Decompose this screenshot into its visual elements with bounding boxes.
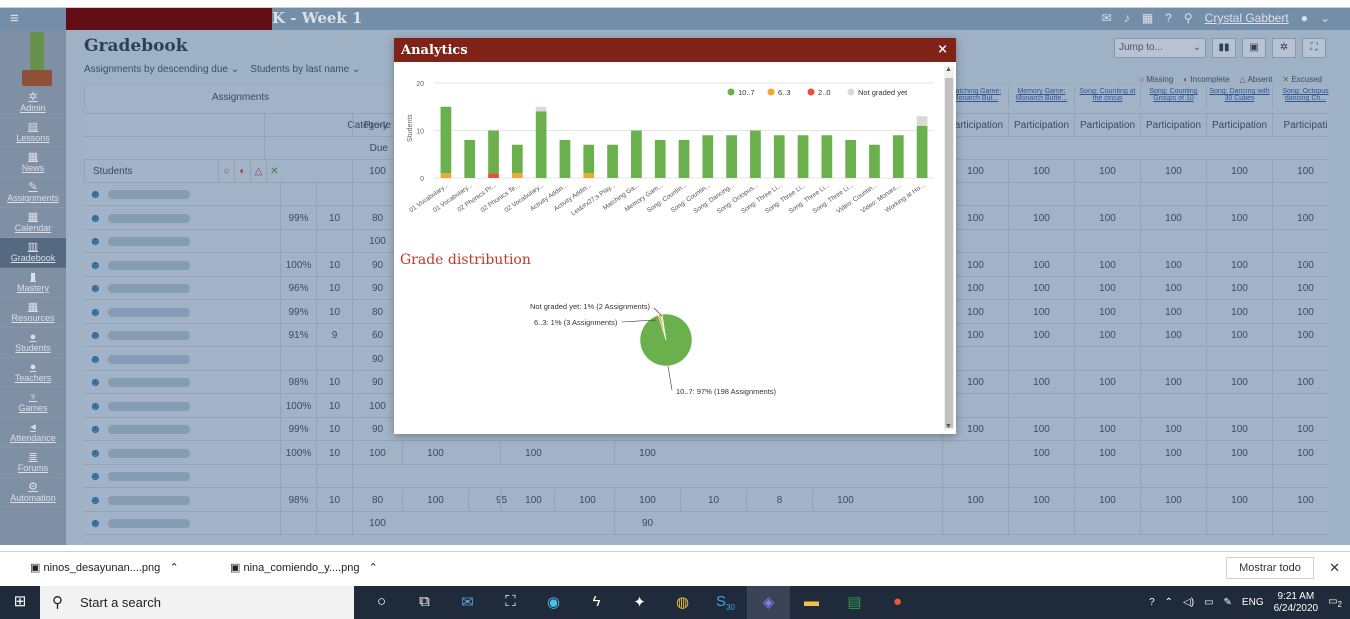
bar-10-7 xyxy=(892,135,904,178)
y-tick-label: 0 xyxy=(420,176,424,183)
bar-10-7 xyxy=(845,140,857,178)
taskbar-search[interactable]: ⚲ Start a search xyxy=(40,586,354,619)
bar-10-7 xyxy=(678,140,690,178)
browser-top-strip xyxy=(0,0,1350,8)
show-all-button[interactable]: Mostrar todo xyxy=(1226,557,1314,579)
task-view-icon[interactable]: ⧉ xyxy=(403,586,446,619)
system-tray: ? ⌃ ◁) ▭ ✎ ENG 9:21 AM 6/24/2020 ▭2 xyxy=(1149,586,1342,619)
cortana-icon[interactable]: ○ xyxy=(360,586,403,619)
legend-marker xyxy=(847,88,855,96)
volume-icon[interactable]: ◁) xyxy=(1183,597,1194,608)
bar-10-7 xyxy=(821,135,833,178)
scrollbar-thumb[interactable] xyxy=(945,78,953,428)
bar-10-7 xyxy=(559,140,571,178)
modal-header: Analytics × xyxy=(394,38,956,62)
mail-app-icon[interactable]: ✉ xyxy=(446,586,489,619)
scroll-up-icon[interactable]: ▲ xyxy=(945,66,952,73)
close-icon[interactable]: × xyxy=(937,42,948,57)
bar-6-3 xyxy=(583,173,595,178)
store-icon[interactable]: ⛶ xyxy=(489,586,532,619)
x-tick-label: Song: Dancing... xyxy=(692,182,736,215)
bar-10-7 xyxy=(726,135,737,178)
x-tick-label: Song: Octopus... xyxy=(716,182,760,216)
search-icon: ⚲ xyxy=(52,594,63,611)
file-icon: ▣ xyxy=(30,562,41,574)
x-tick-label: Song: Three Li... xyxy=(740,182,783,215)
close-icon[interactable]: ✕ xyxy=(1329,560,1340,576)
bar-10-7 xyxy=(916,125,928,178)
skype-icon[interactable]: S30 xyxy=(704,586,747,619)
legend-label: Not graded yet xyxy=(858,88,908,97)
bar-10-7 xyxy=(702,135,714,178)
x-tick-label: Video: Countin... xyxy=(835,182,878,215)
download-item-1[interactable]: ▣ ninos_desayunan....png ⌃ xyxy=(30,561,179,574)
bar-10-7 xyxy=(511,144,523,174)
excel-icon[interactable]: ▤ xyxy=(833,586,876,619)
pie-label: 10..7: 97% (198 Assignments) xyxy=(676,387,777,396)
file-explorer-icon[interactable]: ▬ xyxy=(790,586,833,619)
pie-label: Not graded yet: 1% (2 Assignments) xyxy=(530,302,651,311)
bar-10-7 xyxy=(488,130,499,174)
bar-10-7 xyxy=(535,111,547,178)
pie-chart: 10..7: 97% (198 Assignments) 6..3: 1% (3 … xyxy=(530,302,777,396)
pie-leader-line xyxy=(667,365,673,391)
legend-label: 10..7 xyxy=(738,88,755,97)
bar-Not-graded-yet xyxy=(916,116,928,126)
y-axis-label: Students xyxy=(407,114,414,142)
y-tick-label: 10 xyxy=(416,129,424,136)
bar-6-3 xyxy=(440,173,452,178)
bar-chart: 01020Students01 Vocabulary...01 Vocabula… xyxy=(407,81,934,217)
analytics-modal: Analytics × 0 10 20 Students 01 Vocabulary..… xyxy=(394,38,956,434)
modal-scrollbar[interactable]: ▲ ▼ xyxy=(944,66,954,430)
pie-label: 6..3: 1% (3 Assignments) xyxy=(534,318,618,327)
chevron-up-icon[interactable]: ⌃ xyxy=(1165,597,1173,608)
bar-10-7 xyxy=(631,130,642,178)
dropbox-icon[interactable]: ✦ xyxy=(618,586,661,619)
bar-10-7 xyxy=(440,106,452,174)
legend-label: 2..0 xyxy=(818,88,831,97)
bar-10-7 xyxy=(464,140,476,178)
clock[interactable]: 9:21 AM 6/24/2020 xyxy=(1274,591,1319,615)
notification-center-icon[interactable]: ▭2 xyxy=(1328,596,1342,609)
grade-distribution-title: Grade distribution xyxy=(400,252,531,268)
teams-icon[interactable]: ◈ xyxy=(747,586,790,619)
bar-10-7 xyxy=(869,144,880,178)
y-tick-label: 20 xyxy=(416,81,424,88)
file-icon: ▣ xyxy=(230,562,241,574)
x-tick-label: Song: Three Li... xyxy=(764,182,807,215)
help-tray-icon[interactable]: ? xyxy=(1149,597,1155,608)
taskbar-apps: ○ ⧉ ✉ ⛶ ◉ ϟ ✦ ◍ S30 ◈ ▬ ▤ ● xyxy=(360,586,919,619)
bar-10-7 xyxy=(583,144,595,174)
download-item-2[interactable]: ▣ nina_comiendo_y....png ⌃ xyxy=(230,561,378,574)
scroll-down-icon[interactable]: ▼ xyxy=(945,423,952,430)
modal-title: Analytics xyxy=(401,43,468,58)
bar-10-7 xyxy=(607,144,618,178)
winamp-icon[interactable]: ϟ xyxy=(575,586,618,619)
powerpoint-icon[interactable]: ● xyxy=(876,586,919,619)
bar-6-3 xyxy=(511,173,523,178)
language-indicator[interactable]: ENG xyxy=(1242,597,1264,608)
chrome-icon[interactable]: ◍ xyxy=(661,586,704,619)
legend-marker xyxy=(767,88,775,96)
bar-10-7 xyxy=(797,135,809,178)
edge-icon[interactable]: ◉ xyxy=(532,586,575,619)
legend-marker xyxy=(727,88,735,96)
bar-2-0 xyxy=(488,173,499,178)
downloads-bar: ▣ ninos_desayunan....png ⌃ ▣ nina_comien… xyxy=(0,551,1350,582)
bar-Not-graded-yet xyxy=(535,106,547,112)
x-tick-label: Song: Three Li... xyxy=(812,182,855,215)
bar-10-7 xyxy=(773,135,785,178)
battery-icon[interactable]: ▭ xyxy=(1204,597,1213,608)
pen-icon[interactable]: ✎ xyxy=(1224,597,1232,608)
taskbar: ⊞ ⚲ Start a search ○ ⧉ ✉ ⛶ ◉ ϟ ✦ ◍ S30 ◈ … xyxy=(0,586,1350,619)
legend-marker xyxy=(807,88,815,96)
windows-start-icon[interactable]: ⊞ xyxy=(0,586,40,619)
legend-label: 6..3 xyxy=(778,88,791,97)
x-tick-label: 01 Vocabulary... xyxy=(408,182,450,214)
x-tick-label: Song: Three Li... xyxy=(788,182,831,215)
bar-10-7 xyxy=(654,140,666,178)
bar-10-7 xyxy=(750,130,761,178)
pie-leader-line xyxy=(653,307,663,317)
